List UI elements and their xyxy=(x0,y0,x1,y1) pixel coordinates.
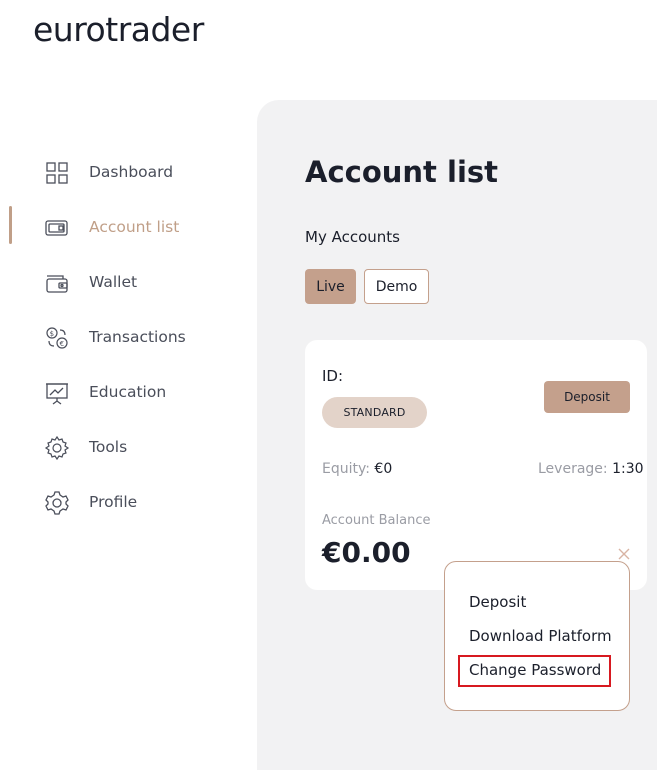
leverage-value: 1:30 xyxy=(612,461,644,477)
menu-item-download-platform[interactable]: Download Platform xyxy=(469,627,612,645)
sidebar-item-account-list[interactable]: Account list xyxy=(0,208,240,248)
wallet-icon xyxy=(44,270,70,296)
close-icon[interactable] xyxy=(617,546,631,560)
sidebar-item-label: Tools xyxy=(89,438,128,456)
tab-live[interactable]: Live xyxy=(305,269,356,304)
menu-item-deposit[interactable]: Deposit xyxy=(469,593,526,611)
sidebar-item-profile[interactable]: Profile xyxy=(0,483,240,523)
page-title: Account list xyxy=(305,155,499,189)
sidebar-item-label: Education xyxy=(89,383,167,401)
account-card-icon xyxy=(44,215,70,241)
equity-info: Equity: €0 xyxy=(322,461,392,477)
gear-cog-icon xyxy=(44,435,70,461)
eurotrader-logo[interactable]: eurotrader xyxy=(33,10,204,49)
svg-text:$: $ xyxy=(50,330,54,338)
equity-label: Equity: xyxy=(322,461,370,477)
deposit-button[interactable]: Deposit xyxy=(544,381,630,413)
account-id-label: ID: xyxy=(322,367,344,385)
sidebar-item-label: Profile xyxy=(89,493,138,511)
balance-label: Account Balance xyxy=(322,513,431,528)
leverage-info: Leverage: 1:30 xyxy=(538,461,644,477)
sidebar-item-label: Dashboard xyxy=(89,163,174,181)
balance-value: €0.00 xyxy=(322,536,411,569)
sidebar-item-wallet[interactable]: Wallet xyxy=(0,263,240,303)
svg-text:€: € xyxy=(60,340,64,348)
equity-value: €0 xyxy=(374,461,393,477)
sidebar-item-transactions[interactable]: $ € Transactions xyxy=(0,318,240,358)
presentation-chart-icon xyxy=(44,380,70,406)
dashboard-grid-icon xyxy=(44,160,70,186)
currency-exchange-icon: $ € xyxy=(44,325,70,351)
highlight-box xyxy=(458,655,611,687)
section-label: My Accounts xyxy=(305,228,400,246)
settings-gear-icon xyxy=(44,490,70,516)
sidebar-item-dashboard[interactable]: Dashboard xyxy=(0,153,240,193)
tab-demo[interactable]: Demo xyxy=(364,269,429,304)
sidebar-item-education[interactable]: Education xyxy=(0,373,240,413)
sidebar-item-label: Transactions xyxy=(89,328,186,346)
sidebar-item-label: Wallet xyxy=(89,273,138,291)
sidebar-item-tools[interactable]: Tools xyxy=(0,428,240,468)
sidebar-item-label: Account list xyxy=(89,218,180,236)
account-type-badge: STANDARD xyxy=(322,397,427,428)
leverage-label: Leverage: xyxy=(538,461,608,477)
